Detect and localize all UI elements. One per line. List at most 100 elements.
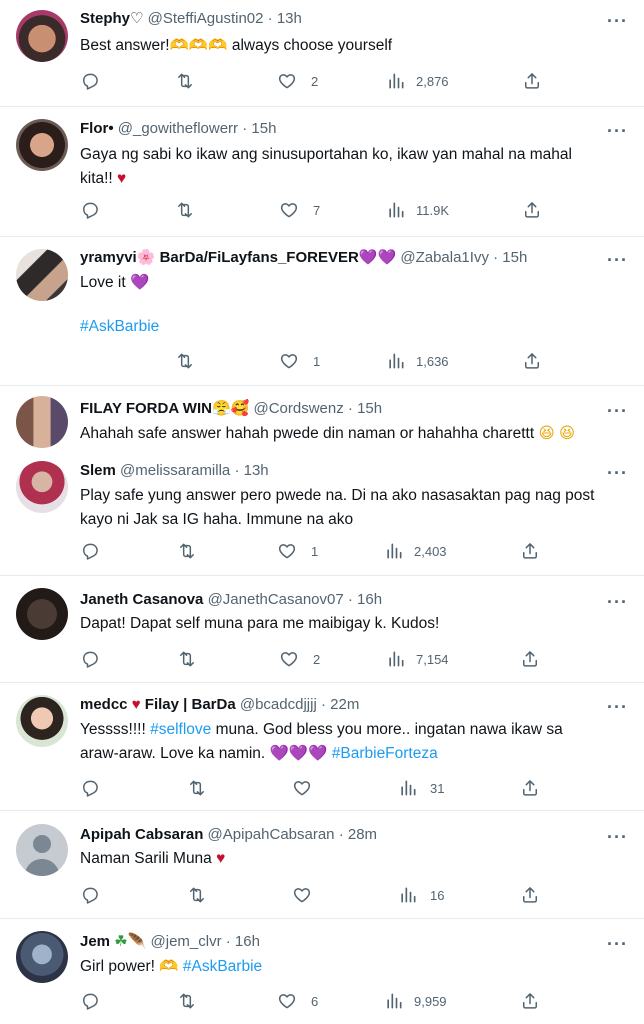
purple-heart-emoji: 💜	[129, 274, 150, 291]
tweet-slem[interactable]: Slem @melissaramilla · 13h ··· Play safe…	[0, 452, 644, 575]
author-handle[interactable]: @SteffiAgustin02	[148, 10, 264, 27]
avatar[interactable]	[16, 249, 68, 301]
tweet-time[interactable]: · 15h	[242, 120, 276, 137]
author-name[interactable]: Apipah Cabsaran	[80, 826, 203, 843]
tweet-stephy[interactable]: Stephy♡ @SteffiAgustin02 · 13h ··· Best …	[0, 0, 644, 106]
like-button[interactable]	[292, 883, 312, 907]
author-name[interactable]: FILAY FORDA WIN	[80, 400, 212, 417]
more-icon[interactable]: ···	[607, 122, 628, 140]
reply-button[interactable]	[80, 883, 100, 907]
tweet-jem[interactable]: Jem ☘🪶 @jem_clvr · 16h ··· Girl power! 🫶…	[0, 919, 644, 1024]
retweet-button[interactable]	[177, 647, 197, 671]
retweet-button[interactable]	[187, 776, 207, 800]
retweet-button[interactable]	[177, 989, 197, 1013]
like-button[interactable]: 1	[279, 349, 320, 373]
avatar[interactable]	[16, 695, 68, 747]
views-icon	[386, 649, 406, 669]
tweet-time[interactable]: · 15h	[348, 400, 382, 417]
views-button[interactable]: 31	[398, 776, 444, 800]
tweet-time[interactable]: · 28m	[339, 826, 377, 843]
more-icon[interactable]: ···	[607, 935, 628, 953]
hashtag-link[interactable]: #AskBarbie	[179, 958, 262, 975]
more-icon[interactable]: ···	[607, 828, 628, 846]
hashtag-link[interactable]: #AskBarbie	[80, 318, 159, 335]
tweet-janeth[interactable]: Janeth Casanova @JanethCasanov07 · 16h ·…	[0, 576, 644, 682]
more-icon[interactable]: ···	[607, 593, 628, 611]
more-icon[interactable]: ···	[607, 12, 628, 30]
more-icon[interactable]: ···	[607, 464, 628, 482]
views-button[interactable]: 2,876	[386, 69, 449, 93]
views-button[interactable]: 2,403	[384, 539, 447, 563]
tweet-time[interactable]: · 16h	[226, 933, 260, 950]
tweet-time[interactable]: · 15h	[493, 249, 527, 266]
author-handle[interactable]: @Cordswenz	[253, 400, 343, 417]
author-name[interactable]: medcc	[80, 696, 128, 713]
retweet-button[interactable]	[175, 69, 195, 93]
reply-button[interactable]	[80, 539, 100, 563]
author-name[interactable]: yramyvi	[80, 249, 137, 266]
author-handle[interactable]: @melissaramilla	[120, 462, 230, 479]
views-button[interactable]: 11.9K	[386, 198, 449, 222]
views-button[interactable]: 9,959	[384, 989, 447, 1013]
hashtag-link[interactable]: #BarbieForteza	[327, 745, 438, 762]
share-button[interactable]	[520, 539, 540, 563]
tweet-flor[interactable]: Flor• @_gowitheflowerr · 15h ··· Gaya ng…	[0, 107, 644, 236]
author-handle[interactable]: @Zabala1Ivy	[400, 249, 489, 266]
reply-button[interactable]	[80, 776, 100, 800]
avatar[interactable]	[16, 10, 68, 62]
share-button[interactable]	[520, 883, 540, 907]
more-icon[interactable]: ···	[607, 402, 628, 420]
tweet-time[interactable]: · 22m	[321, 696, 359, 713]
share-button[interactable]	[520, 989, 540, 1013]
share-button[interactable]	[522, 349, 542, 373]
author-name[interactable]: Jem	[80, 933, 110, 950]
hashtag-link[interactable]: #selflove	[150, 721, 211, 738]
avatar[interactable]	[16, 119, 68, 171]
tweet-yramyvi[interactable]: yramyvi🌸 BarDa/FiLayfans_FOREVER💜💜 @Zaba…	[0, 237, 644, 385]
avatar[interactable]	[16, 461, 68, 513]
author-handle[interactable]: @ApipahCabsaran	[208, 826, 335, 843]
views-button[interactable]: 1,636	[386, 349, 449, 373]
retweet-button[interactable]	[187, 883, 207, 907]
author-handle[interactable]: @bcadcdjjjj	[240, 696, 317, 713]
avatar[interactable]	[16, 931, 68, 983]
author-name[interactable]: Stephy	[80, 10, 130, 27]
share-button[interactable]	[522, 69, 542, 93]
like-button[interactable]: 2	[279, 647, 320, 671]
view-count: 2,403	[414, 543, 447, 559]
more-icon[interactable]: ···	[607, 698, 628, 716]
retweet-button[interactable]	[175, 198, 195, 222]
tweet-filay-forda-win[interactable]: FILAY FORDA WIN😤🥰 @Cordswenz · 15h ··· A…	[0, 386, 644, 452]
tweet-time[interactable]: · 16h	[348, 591, 382, 608]
author-handle[interactable]: @jem_clvr	[151, 933, 222, 950]
author-name[interactable]: Flor•	[80, 120, 114, 137]
tweet-time[interactable]: · 13h	[268, 10, 302, 27]
avatar[interactable]	[16, 588, 68, 640]
reply-button[interactable]	[80, 647, 100, 671]
share-button[interactable]	[522, 198, 542, 222]
more-icon[interactable]: ···	[607, 251, 628, 269]
reply-button[interactable]	[80, 989, 100, 1013]
views-button[interactable]: 16	[398, 883, 444, 907]
share-button[interactable]	[520, 776, 540, 800]
tweet-time[interactable]: · 13h	[234, 462, 268, 479]
reply-button[interactable]	[80, 198, 100, 222]
views-button[interactable]: 7,154	[386, 647, 449, 671]
share-button[interactable]	[520, 647, 540, 671]
reply-button[interactable]	[80, 69, 100, 93]
avatar[interactable]	[16, 396, 68, 448]
author-name[interactable]: Slem	[80, 462, 116, 479]
like-button[interactable]: 6	[277, 989, 318, 1013]
author-name[interactable]: Janeth Casanova	[80, 591, 203, 608]
tweet-medcc[interactable]: medcc ♥ Filay | BarDa @bcadcdjjjj · 22m …	[0, 683, 644, 810]
like-button[interactable]: 2	[277, 69, 318, 93]
retweet-button[interactable]	[175, 349, 195, 373]
avatar[interactable]	[16, 824, 68, 876]
author-handle[interactable]: @_gowitheflowerr	[118, 120, 238, 137]
author-handle[interactable]: @JanethCasanov07	[208, 591, 344, 608]
like-button[interactable]	[292, 776, 312, 800]
tweet-apipah[interactable]: Apipah Cabsaran @ApipahCabsaran · 28m ··…	[0, 811, 644, 918]
like-button[interactable]: 1	[277, 539, 318, 563]
like-button[interactable]: 7	[279, 198, 320, 222]
retweet-button[interactable]	[177, 539, 197, 563]
